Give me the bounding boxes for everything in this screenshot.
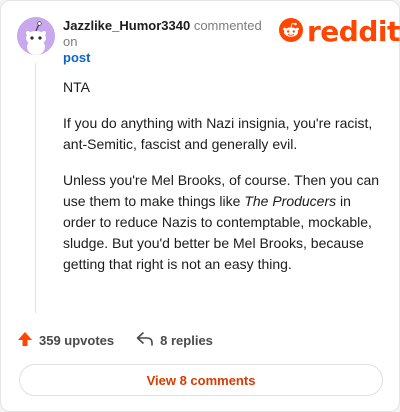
reply-icon — [136, 331, 160, 350]
view-comments-button[interactable]: View 8 comments — [19, 364, 383, 396]
reddit-wordmark: reddit — [307, 15, 400, 48]
upvote-button[interactable]: 359 upvotes — [17, 331, 114, 350]
comment-actions: 359 upvotes 8 replies — [17, 331, 213, 350]
movie-title: The Producers — [244, 193, 337, 209]
comment-paragraph: NTA — [63, 79, 90, 95]
comment-header: Jazzlike_Humor3340 commented on post — [63, 18, 278, 66]
snoo-avatar-icon[interactable] — [17, 17, 55, 55]
replies-count: 8 replies — [160, 333, 213, 348]
username[interactable]: Jazzlike_Humor3340 — [63, 18, 190, 33]
comment-card: Jazzlike_Humor3340 commented on post red… — [0, 0, 400, 412]
thread-line — [35, 63, 36, 313]
upvote-arrow-icon — [17, 331, 39, 350]
reddit-snoo-icon — [279, 17, 303, 47]
post-link[interactable]: post — [63, 50, 278, 66]
upvote-count: 359 upvotes — [39, 333, 115, 348]
replies-button[interactable]: 8 replies — [136, 331, 213, 350]
comment-paragraph: If you do anything with Nazi insignia, y… — [63, 115, 373, 152]
reddit-logo[interactable]: reddit — [279, 17, 400, 47]
comment-paragraph: Unless you're Mel Brooks, of course. The… — [63, 170, 383, 275]
comment-body: NTA If you do anything with Nazi insigni… — [63, 77, 383, 290]
